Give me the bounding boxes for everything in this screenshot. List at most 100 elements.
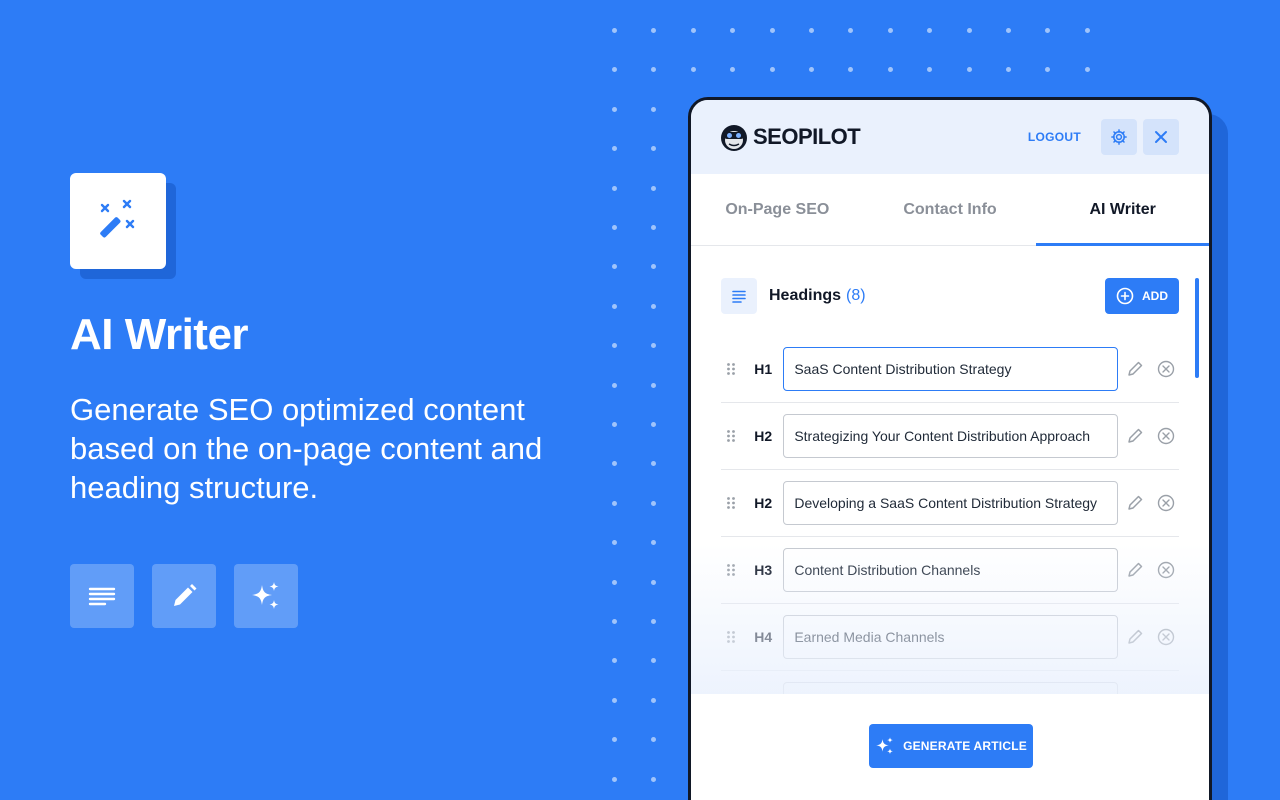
decorative-dot bbox=[651, 67, 657, 73]
decorative-dot bbox=[651, 776, 657, 782]
sparkle-icon bbox=[252, 582, 279, 609]
heading-text-field[interactable]: Content Distribution Channels bbox=[783, 548, 1118, 592]
tab-contact-info[interactable]: Contact Info bbox=[864, 174, 1037, 245]
headings-content: Headings (8) ADD H1 SaaS Content Distribu… bbox=[691, 246, 1209, 694]
heading-level: H3 bbox=[754, 562, 773, 578]
decorative-dot bbox=[966, 28, 972, 33]
decorative-dot bbox=[651, 500, 657, 506]
drag-handle-icon[interactable] bbox=[721, 563, 740, 577]
decorative-dot bbox=[612, 579, 617, 585]
decorative-dot bbox=[612, 106, 617, 112]
pencil-icon bbox=[174, 584, 197, 606]
decorative-dot bbox=[1006, 28, 1011, 33]
edit-heading-button[interactable] bbox=[1122, 360, 1149, 378]
edit-heading-button[interactable] bbox=[1122, 628, 1149, 646]
decorative-dot bbox=[769, 28, 775, 33]
decorative-dot bbox=[651, 422, 657, 427]
pencil-icon bbox=[1128, 629, 1143, 644]
decorative-dot bbox=[612, 461, 617, 467]
decorative-dot bbox=[769, 67, 775, 73]
decorative-dot bbox=[612, 382, 617, 388]
edit-heading-button[interactable] bbox=[1122, 427, 1149, 445]
headings-icon-box bbox=[721, 278, 757, 314]
heading-text-field[interactable]: Earned Media Channels bbox=[783, 615, 1118, 659]
scrollbar[interactable] bbox=[1195, 278, 1199, 378]
decorative-dot bbox=[651, 28, 657, 33]
decorative-dot bbox=[690, 28, 696, 33]
edit-heading-button[interactable] bbox=[1122, 561, 1149, 579]
decorative-dot bbox=[612, 658, 617, 664]
decorative-dot bbox=[651, 540, 657, 546]
decorative-dot bbox=[966, 67, 972, 73]
heading-text-field[interactable]: Developing a SaaS Content Distribution S… bbox=[783, 481, 1118, 525]
decorative-dot bbox=[612, 67, 617, 73]
decorative-dot bbox=[809, 28, 814, 33]
remove-heading-button[interactable] bbox=[1152, 427, 1179, 445]
decorative-dot bbox=[612, 697, 617, 703]
add-heading-button[interactable]: ADD bbox=[1105, 278, 1179, 314]
remove-heading-button[interactable] bbox=[1152, 360, 1179, 378]
settings-button[interactable] bbox=[1101, 119, 1137, 155]
heading-text-field[interactable]: Strategizing Your Content Distribution A… bbox=[783, 414, 1118, 458]
decorative-dot bbox=[651, 382, 657, 388]
decorative-dot bbox=[927, 67, 933, 73]
decorative-dot bbox=[612, 303, 617, 309]
drag-handle-icon[interactable] bbox=[721, 630, 740, 644]
panel-header: SEOPILOT LOGOUT bbox=[691, 100, 1209, 174]
heading-text-field[interactable]: SaaS Content Distribution Strategy bbox=[783, 347, 1118, 391]
remove-heading-button[interactable] bbox=[1152, 628, 1179, 646]
heading-row: H3 Content Distribution Channels bbox=[721, 537, 1179, 604]
decorative-dot bbox=[848, 67, 854, 73]
tab-ai-writer[interactable]: AI Writer bbox=[1036, 174, 1209, 246]
tab-on-page-seo[interactable]: On-Page SEO bbox=[691, 174, 864, 245]
pencil-icon bbox=[1128, 562, 1143, 577]
decorative-dot bbox=[651, 619, 657, 624]
drag-handle-icon[interactable] bbox=[721, 362, 740, 376]
remove-heading-button[interactable] bbox=[1152, 494, 1179, 512]
generate-article-button[interactable]: GENERATE ARTICLE bbox=[869, 724, 1033, 768]
feature-pencil-tile bbox=[152, 564, 216, 628]
decorative-dot bbox=[730, 67, 736, 73]
close-circle-icon bbox=[1157, 494, 1174, 512]
decorative-dot bbox=[887, 67, 893, 73]
hero-icon-card bbox=[70, 173, 176, 279]
feature-list-tile bbox=[70, 564, 134, 628]
decorative-dot bbox=[651, 737, 657, 743]
edit-heading-button[interactable] bbox=[1122, 494, 1149, 512]
heading-text-field[interactable]: Paid Media Channels bbox=[783, 682, 1118, 694]
decorative-dot bbox=[612, 146, 617, 152]
seopilot-logo: SEOPILOT bbox=[719, 121, 861, 153]
decorative-dot bbox=[612, 619, 617, 624]
decorative-dot bbox=[887, 28, 893, 33]
decorative-dot bbox=[1084, 28, 1090, 33]
pilot-mascot-icon bbox=[721, 125, 747, 151]
decorative-dot bbox=[730, 28, 736, 33]
decorative-dot bbox=[612, 737, 617, 743]
decorative-dot bbox=[848, 28, 854, 33]
decorative-dot bbox=[612, 540, 617, 546]
heading-level: H4 bbox=[754, 629, 773, 645]
sparkle-icon bbox=[876, 737, 893, 755]
list-icon bbox=[732, 290, 746, 303]
heading-level: H2 bbox=[754, 495, 773, 511]
decorative-dot bbox=[612, 343, 617, 349]
decorative-dot bbox=[612, 776, 617, 782]
decorative-dot bbox=[809, 67, 814, 73]
remove-heading-button[interactable] bbox=[1152, 561, 1179, 579]
headings-header: Headings (8) ADD bbox=[721, 278, 1179, 314]
pencil-icon bbox=[1128, 495, 1143, 510]
hero-description: Generate SEO optimized content based on … bbox=[70, 392, 543, 505]
close-button[interactable] bbox=[1143, 119, 1179, 155]
feature-icons bbox=[70, 564, 298, 628]
decorative-dot bbox=[927, 28, 933, 33]
pencil-icon bbox=[1128, 361, 1143, 376]
drag-handle-icon[interactable] bbox=[721, 496, 740, 510]
heading-level: H1 bbox=[754, 361, 773, 377]
gear-icon bbox=[1111, 129, 1127, 145]
drag-handle-icon[interactable] bbox=[721, 429, 740, 443]
decorative-dot bbox=[651, 146, 657, 152]
headings-label: Headings bbox=[769, 287, 842, 304]
logout-link[interactable]: LOGOUT bbox=[1028, 130, 1081, 144]
decorative-dot bbox=[612, 264, 617, 270]
decorative-dot bbox=[1084, 67, 1090, 73]
